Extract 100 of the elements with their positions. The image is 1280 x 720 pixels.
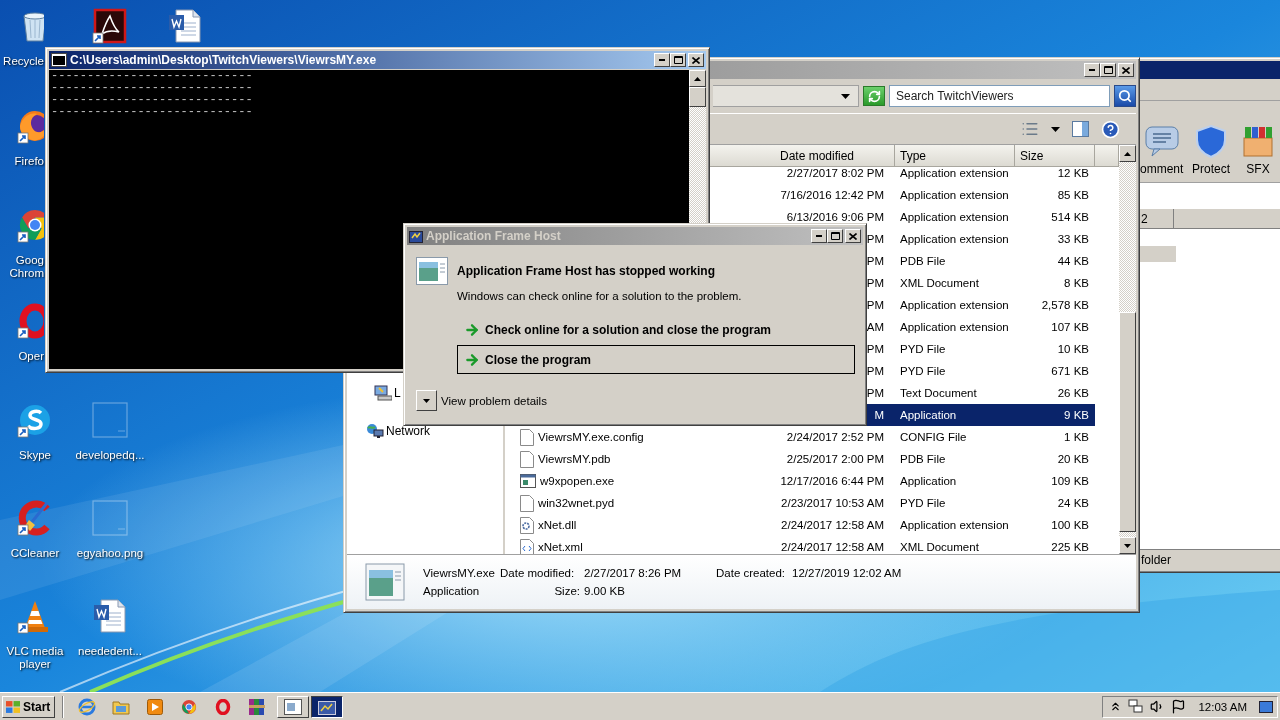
option-button[interactable]: Close the program [457, 345, 855, 374]
desktop-icon[interactable]: developedq... [73, 402, 147, 462]
table-cell-text: 24 KB [1057, 496, 1090, 511]
file-row[interactable]: 2/25/2017 2:00 PM PDB File 20 KB [775, 448, 1095, 470]
table-cell-text: 8 KB [1064, 276, 1090, 291]
table-cell-text: 2,578 KB [1041, 298, 1090, 313]
file-name[interactable]: ViewrsMY.pdb [505, 448, 775, 470]
table-cell-text: 225 KB [1051, 540, 1090, 554]
close-button[interactable] [688, 53, 704, 67]
window-icon [520, 474, 536, 488]
expand-button[interactable] [416, 390, 437, 411]
option-button[interactable]: Check online for a solution and close the program [457, 315, 855, 344]
minimize-button[interactable] [811, 229, 827, 243]
file-name[interactable]: win32wnet.pyd [505, 492, 775, 514]
minimize-button[interactable] [1084, 63, 1100, 77]
file-row[interactable]: 2/24/2017 12:58 AM Application extension 100 KB [775, 514, 1095, 536]
table-cell-text: 33 KB [1057, 232, 1090, 247]
file-row[interactable]: 2/27/2017 8:02 PM Application extension 12 KB [775, 167, 1095, 184]
preview-pane-button[interactable] [1070, 118, 1091, 140]
caret-icon [841, 93, 850, 99]
file-name[interactable]: xNet.dll [505, 514, 775, 536]
show-desktop-icon[interactable] [1259, 700, 1273, 713]
field-label: Date created: [716, 566, 787, 580]
file-row[interactable]: 2/23/2017 10:53 AM PYD File 24 KB [775, 492, 1095, 514]
file-row[interactable]: 2/24/2017 12:58 AM XML Document 225 KB [775, 536, 1095, 554]
address-field[interactable] [1140, 183, 1280, 209]
table-cell-text: 2/27/2017 8:02 PM [786, 167, 885, 181]
desktop-icon[interactable]: Oper [0, 303, 44, 363]
scrollbar[interactable] [1119, 145, 1136, 554]
table-cell-text: 107 KB [1051, 320, 1090, 335]
file-name[interactable]: xNet.xml [505, 536, 775, 554]
help-button[interactable] [1099, 118, 1122, 140]
nav-item[interactable]: L [347, 382, 401, 404]
comment-icon [1144, 124, 1180, 158]
toolbar-button[interactable]: SFX [1238, 124, 1278, 176]
refresh-button[interactable] [863, 86, 885, 106]
desktop-icon[interactable]: Goog Chrom [0, 207, 44, 280]
dialog-message: Windows can check online for a solution to the problem. [457, 290, 743, 302]
toolbar-button[interactable]: Protect [1184, 124, 1238, 176]
close-button[interactable] [845, 229, 861, 243]
table-cell-text: PM [866, 276, 885, 291]
arrow-icon [464, 351, 480, 368]
maximize-button[interactable] [827, 229, 843, 243]
desktop-icon[interactable]: VLC media player [0, 598, 72, 671]
arrow-down-icon [423, 398, 430, 403]
table-cell-text: Application extension [899, 210, 1010, 225]
desktop-icon[interactable]: Skype [0, 402, 72, 462]
table-cell-text: PYD File [899, 342, 947, 357]
file-row[interactable]: 12/17/2016 6:44 PM Application 109 KB [775, 470, 1095, 492]
table-cell-text: 514 KB [1051, 210, 1090, 225]
nav-item[interactable]: Network [347, 420, 430, 442]
table-cell-text: Application [899, 408, 958, 423]
search-field[interactable]: Search TwitchViewers [889, 85, 1110, 107]
task-button[interactable] [311, 695, 344, 718]
table-cell-text: 2/24/2017 2:52 PM [786, 430, 885, 445]
desktop-icon[interactable]: CCleaner [0, 500, 72, 560]
console-line: ---------------------------- [51, 106, 254, 118]
start-button[interactable]: Start [2, 695, 56, 718]
table-cell-text: 9 KB [1064, 408, 1090, 423]
arrow-icon [464, 321, 480, 338]
table-cell-text: Application extension [899, 188, 1010, 203]
search-button[interactable] [1114, 85, 1136, 107]
field-value: 2/27/2017 8:26 PM [584, 566, 683, 580]
maximize-button[interactable] [670, 53, 686, 67]
table-cell-text: M [874, 408, 885, 423]
browser-icon [78, 697, 97, 716]
desktop-icon[interactable]: Recycle [0, 8, 44, 68]
table-cell-text: 2/24/2017 12:58 AM [781, 518, 885, 533]
desktop-icon[interactable]: neededent... [73, 598, 147, 658]
table-cell-text: 100 KB [1051, 518, 1090, 533]
file-row[interactable]: 2/24/2017 2:52 PM CONFIG File 1 KB [775, 426, 1095, 448]
clock[interactable]: 12:03 AM [1198, 700, 1247, 713]
windows-logo-icon [6, 700, 20, 713]
table-cell-text: 12 KB [1057, 167, 1090, 181]
browser-icon [181, 698, 198, 715]
table-cell-text: Application extension [899, 232, 1010, 247]
flag-icon[interactable] [1171, 699, 1187, 714]
file-name[interactable]: w9xpopen.exe [505, 470, 775, 492]
file-name[interactable]: ViewrsMY.exe.config [505, 426, 775, 448]
table-cell-text: 20 KB [1057, 452, 1090, 467]
scroll-thumb[interactable] [1119, 312, 1136, 532]
table-cell-text: 6/13/2016 9:06 PM [786, 210, 885, 225]
folder-icon [112, 698, 131, 715]
table-cell-text: Application extension [899, 298, 1010, 313]
search-icon [1118, 89, 1132, 103]
field-label: Size: [553, 584, 580, 598]
scroll-thumb[interactable] [689, 87, 706, 107]
close-button[interactable] [1118, 63, 1134, 77]
file-row[interactable]: 6/13/2016 9:06 PM Application extension 514 KB [775, 206, 1095, 228]
network-icon[interactable] [1128, 699, 1145, 714]
table-cell-text: 671 KB [1051, 364, 1090, 379]
minimize-button[interactable] [654, 53, 670, 67]
console-line: ---------------------------- [51, 94, 254, 106]
maximize-button[interactable] [1100, 63, 1116, 77]
shield-icon [1195, 124, 1227, 158]
file-row[interactable]: 7/16/2016 12:42 PM Application extension 85 KB [775, 184, 1095, 206]
toolbar-button[interactable]: omment [1140, 124, 1184, 176]
table-cell-text: PYD File [899, 364, 947, 379]
table-cell-text: XML Document [899, 276, 980, 291]
list-icon [1021, 120, 1039, 138]
